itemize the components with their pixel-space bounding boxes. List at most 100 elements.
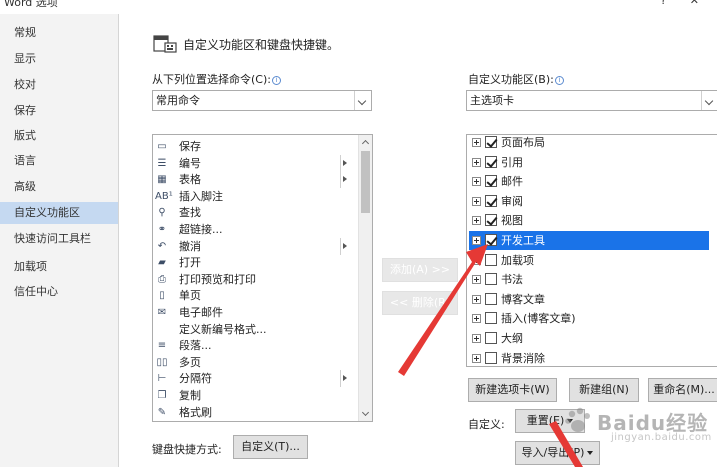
command-list-item[interactable]: ✎ 格式刷	[155, 404, 345, 421]
tab-checkbox[interactable]	[485, 234, 497, 246]
new-tab-button[interactable]: 新建选项卡(W)	[468, 378, 557, 402]
command-list-item[interactable]: ⊢ 分隔符	[155, 370, 347, 388]
expand-plus-icon[interactable]	[472, 157, 481, 167]
sidebar-item-typography[interactable]: 版式	[0, 125, 118, 147]
tab-checkbox[interactable]	[485, 136, 497, 148]
commands-list[interactable]: ▭ 保存 ☰ 编号 ▦ 表格 AB¹ 插入脚注 ⚲ 查找 ⚭ 超链接... ↶ 撤消 ▰ 打开 ⎙ 打印预览和打印…	[152, 134, 373, 422]
expand-plus-icon[interactable]	[472, 353, 481, 363]
sidebar-item-proofing[interactable]: 校对	[0, 74, 118, 96]
tab-checkbox[interactable]	[485, 214, 497, 227]
expand-plus-icon[interactable]	[472, 334, 481, 343]
window-controls[interactable]: ? ✕	[660, 0, 709, 7]
tab-checkbox[interactable]	[485, 175, 497, 188]
expand-plus-icon[interactable]	[472, 275, 481, 285]
expand-plus-icon[interactable]	[472, 236, 481, 245]
new-group-button[interactable]: 新建组(N)	[569, 378, 639, 402]
command-list-item[interactable]: ▰ 打开	[155, 254, 345, 271]
ribbon-tab-label: 引用	[501, 155, 523, 169]
command-list-item[interactable]: ▯ 单页	[155, 287, 345, 304]
expand-plus-icon[interactable]	[472, 314, 481, 324]
ribbon-tab-item[interactable]: 背景消除	[469, 349, 709, 366]
submenu-arrow-icon[interactable]	[343, 176, 347, 183]
tab-checkbox[interactable]	[485, 155, 497, 168]
ribbon-tab-label: 加载项	[501, 253, 534, 267]
add-button[interactable]: 添加(A) >>	[382, 258, 458, 282]
expand-plus-icon[interactable]	[472, 255, 481, 265]
command-label: 分隔符	[179, 372, 212, 386]
commands-list-scrollbar[interactable]	[358, 135, 372, 421]
command-list-item[interactable]: ▯▯ 多页	[155, 354, 345, 371]
commands-source-value: 常用命令	[156, 94, 200, 107]
sidebar-item-trust-center[interactable]: 信任中心	[0, 281, 118, 303]
sidebar-item-advanced[interactable]: 高级	[0, 176, 118, 198]
ribbon-tab-item[interactable]: 页面布局	[469, 135, 709, 152]
tab-checkbox[interactable]	[485, 332, 497, 344]
chevron-down-icon[interactable]	[701, 91, 717, 110]
save-icon: ▭	[157, 141, 167, 152]
sidebar-item-customize-ribbon[interactable]: 自定义功能区	[0, 202, 118, 224]
options-sidebar: 常规 显示 校对 保存 版式 语言 高级 自定义功能区 快速访问工具栏 加载项 …	[0, 14, 119, 467]
sidebar-item-quick-access[interactable]: 快速访问工具栏	[0, 228, 118, 250]
ribbon-tab-label: 邮件	[501, 175, 523, 189]
command-label: 单页	[179, 289, 201, 303]
command-list-item[interactable]: ✉ 电子邮件	[155, 304, 345, 321]
submenu-arrow-icon[interactable]	[343, 375, 347, 382]
tab-checkbox[interactable]	[485, 194, 497, 207]
rename-button[interactable]: 重命名(M)...	[648, 378, 717, 402]
sidebar-item-addins[interactable]: 加载项	[0, 256, 118, 278]
expand-plus-icon[interactable]	[472, 294, 481, 304]
remove-button[interactable]: << 删除(R)	[382, 291, 458, 315]
command-list-item[interactable]: ⚭ 超链接...	[155, 221, 345, 238]
command-list-item[interactable]: ⎙ 打印预览和打印	[155, 271, 345, 288]
expand-plus-icon[interactable]	[472, 177, 481, 187]
command-list-item[interactable]: ≡ 段落...	[155, 337, 345, 354]
ribbon-tabs-tree[interactable]: 页面布局引用邮件审阅 视图 开发工具加载项书法 博客文章插入(博客文章) 大纲 背景消除	[466, 134, 717, 367]
ribbon-tab-item[interactable]: 审阅	[469, 192, 709, 211]
paw-logo-icon	[565, 407, 590, 432]
submenu-arrow-icon[interactable]	[343, 159, 347, 166]
ribbon-tab-item[interactable]: 邮件	[469, 172, 709, 191]
commands-source-dropdown[interactable]: 常用命令	[152, 90, 372, 111]
sidebar-item-save[interactable]: 保存	[0, 100, 118, 122]
tab-checkbox[interactable]	[485, 292, 497, 305]
ribbon-tab-item[interactable]: 插入(博客文章)	[469, 309, 709, 328]
tab-checkbox[interactable]	[485, 312, 497, 325]
command-list-item[interactable]: ↶ 撤消	[155, 237, 347, 255]
command-list-item[interactable]: 定义新编号格式...	[155, 321, 345, 338]
chevron-down-icon[interactable]	[354, 91, 371, 110]
command-list-item[interactable]: ⚲ 查找	[155, 204, 345, 221]
ribbon-tab-item[interactable]: 大纲	[469, 329, 709, 348]
ribbon-tab-item[interactable]: 加载项	[469, 251, 709, 270]
scroll-down-icon[interactable]	[359, 407, 372, 421]
ribbon-tabs-dropdown[interactable]: 主选项卡	[466, 90, 717, 111]
command-list-item[interactable]: ▦ 表格	[155, 171, 347, 189]
ribbon-tab-item[interactable]: 书法	[469, 270, 709, 289]
open-folder-icon: ▰	[158, 257, 166, 269]
expand-plus-icon[interactable]	[472, 138, 481, 147]
tab-checkbox[interactable]	[485, 273, 497, 286]
command-list-item[interactable]: ❐ 复制	[155, 387, 345, 404]
expand-plus-icon[interactable]	[472, 216, 481, 226]
tab-checkbox[interactable]	[485, 351, 497, 364]
ribbon-tab-item[interactable]: 开发工具	[469, 231, 709, 250]
submenu-arrow-icon[interactable]	[343, 242, 347, 249]
expand-plus-icon[interactable]	[472, 196, 481, 206]
sidebar-item-display[interactable]: 显示	[0, 48, 118, 70]
ribbon-tab-item[interactable]: 引用	[469, 153, 709, 172]
hyperlink-icon: ⚭	[157, 224, 167, 235]
ribbon-tab-item[interactable]: 视图	[469, 211, 709, 230]
customize-shortcuts-button[interactable]: 自定义(T)...	[233, 435, 308, 459]
sidebar-item-general[interactable]: 常规	[0, 22, 118, 44]
command-label: 段落...	[179, 339, 212, 353]
info-icon: i	[271, 76, 281, 85]
command-list-item[interactable]: ▭ 保存	[155, 138, 345, 155]
sidebar-item-language[interactable]: 语言	[0, 150, 118, 172]
command-list-item[interactable]: ☰ 编号	[155, 154, 347, 172]
ribbon-tab-item[interactable]: 博客文章	[469, 290, 709, 309]
command-list-item[interactable]: AB¹ 插入脚注	[155, 188, 345, 205]
baidu-jingyan-watermark: Baidu经验 jingyan.baidu.com	[555, 402, 717, 452]
scroll-thumb[interactable]	[361, 151, 370, 213]
ribbon-tab-label: 插入(博客文章)	[501, 312, 576, 326]
scroll-up-icon[interactable]	[359, 135, 372, 149]
tab-checkbox[interactable]	[485, 253, 497, 266]
